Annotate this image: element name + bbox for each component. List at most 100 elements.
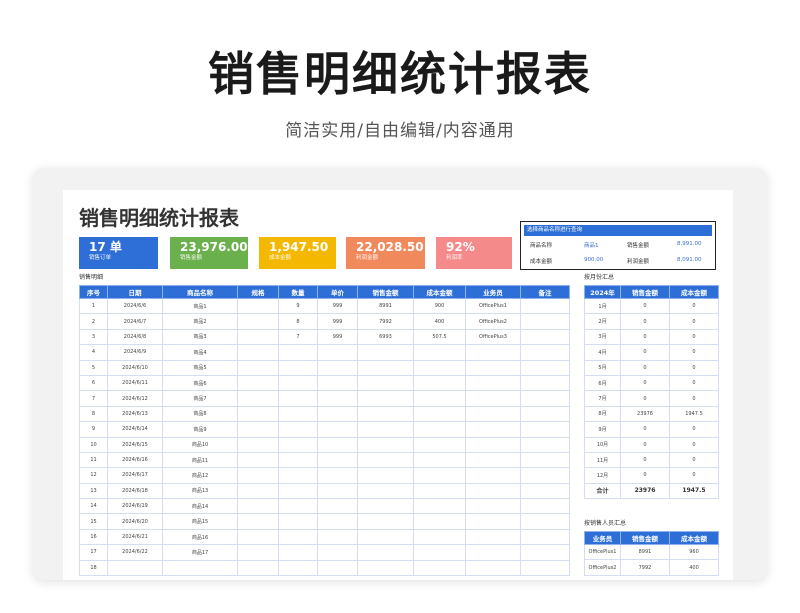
table-cell[interactable]: 商品16 <box>162 528 238 546</box>
table-cell[interactable] <box>520 359 570 376</box>
table-cell[interactable] <box>237 359 279 376</box>
table-cell[interactable]: 6 <box>79 374 108 392</box>
table-cell[interactable] <box>520 451 570 469</box>
table-cell[interactable]: 0 <box>669 344 719 361</box>
table-cell[interactable]: 507.5 <box>413 328 466 346</box>
table-cell[interactable] <box>278 482 318 500</box>
table-cell[interactable] <box>237 344 279 361</box>
table-cell[interactable] <box>317 559 358 577</box>
table-cell[interactable] <box>237 328 279 346</box>
table-cell[interactable] <box>520 559 570 577</box>
table-cell[interactable] <box>465 390 521 407</box>
table-cell[interactable]: 9 <box>278 297 318 315</box>
table-cell[interactable] <box>357 482 414 500</box>
table-cell[interactable]: 9月 <box>584 421 621 438</box>
table-cell[interactable] <box>237 451 279 469</box>
table-cell[interactable]: 2024/6/7 <box>107 313 163 330</box>
table-cell[interactable] <box>357 513 414 530</box>
table-cell[interactable] <box>465 421 521 438</box>
table-cell[interactable] <box>465 528 521 546</box>
table-cell[interactable]: OfficePlus2 <box>465 313 521 330</box>
table-cell[interactable] <box>357 344 414 361</box>
table-cell[interactable] <box>357 559 414 577</box>
table-cell[interactable]: 9 <box>79 421 108 438</box>
table-cell[interactable]: 900 <box>413 297 466 315</box>
table-cell[interactable] <box>413 405 466 423</box>
table-cell[interactable] <box>278 405 318 423</box>
table-cell[interactable]: 2024/6/13 <box>107 405 163 423</box>
table-cell[interactable] <box>278 467 318 484</box>
table-cell[interactable] <box>317 467 358 484</box>
table-cell[interactable] <box>162 559 238 577</box>
table-cell[interactable]: 商品8 <box>162 405 238 423</box>
table-cell[interactable]: 2024/6/11 <box>107 374 163 392</box>
table-cell[interactable] <box>237 374 279 392</box>
table-cell[interactable] <box>520 405 570 423</box>
table-cell[interactable]: 2024/6/9 <box>107 344 163 361</box>
table-cell[interactable] <box>520 482 570 500</box>
table-cell[interactable] <box>278 374 318 392</box>
table-cell[interactable] <box>520 421 570 438</box>
table-cell[interactable]: 3 <box>79 328 108 346</box>
table-cell[interactable]: 商品11 <box>162 451 238 469</box>
table-cell[interactable] <box>413 498 466 515</box>
table-cell[interactable] <box>413 451 466 469</box>
table-cell[interactable] <box>278 528 318 546</box>
table-cell[interactable]: 0 <box>669 328 719 346</box>
table-cell[interactable]: 0 <box>669 436 719 453</box>
table-cell[interactable] <box>317 528 358 546</box>
table-cell[interactable]: 0 <box>669 313 719 330</box>
table-cell[interactable] <box>278 421 318 438</box>
table-cell[interactable]: 15 <box>79 513 108 530</box>
table-cell[interactable]: 11 <box>79 451 108 469</box>
table-cell[interactable] <box>465 482 521 500</box>
table-cell[interactable]: 16 <box>79 528 108 546</box>
table-cell[interactable] <box>465 513 521 530</box>
table-cell[interactable]: 14 <box>79 498 108 515</box>
table-cell[interactable] <box>520 374 570 392</box>
table-cell[interactable] <box>357 421 414 438</box>
table-cell[interactable] <box>465 436 521 453</box>
table-cell[interactable]: 7 <box>278 328 318 346</box>
table-cell[interactable] <box>520 344 570 361</box>
table-cell[interactable]: 0 <box>669 467 719 484</box>
table-cell[interactable]: OfficePlus3 <box>465 328 521 346</box>
table-cell[interactable] <box>317 498 358 515</box>
table-cell[interactable] <box>237 297 279 315</box>
table-cell[interactable] <box>237 313 279 330</box>
table-cell[interactable]: 8 <box>79 405 108 423</box>
table-cell[interactable]: 7 <box>79 390 108 407</box>
table-cell[interactable]: 0 <box>620 467 670 484</box>
table-cell[interactable] <box>278 544 318 561</box>
table-cell[interactable]: 1947.5 <box>669 405 719 423</box>
table-cell[interactable]: 2024/6/16 <box>107 451 163 469</box>
table-cell[interactable]: 0 <box>620 313 670 330</box>
table-cell[interactable] <box>465 344 521 361</box>
table-cell[interactable] <box>413 513 466 530</box>
table-cell[interactable] <box>278 436 318 453</box>
table-cell[interactable]: 11月 <box>584 451 621 469</box>
table-cell[interactable] <box>317 421 358 438</box>
table-cell[interactable] <box>413 344 466 361</box>
table-cell[interactable]: 10月 <box>584 436 621 453</box>
table-cell[interactable]: OfficePlus2 <box>584 559 621 576</box>
table-cell[interactable]: 960 <box>669 543 719 561</box>
table-cell[interactable]: 17 <box>79 544 108 561</box>
table-cell[interactable]: 0 <box>620 421 670 438</box>
table-cell[interactable] <box>520 436 570 453</box>
table-cell[interactable]: 2 <box>79 313 108 330</box>
table-cell[interactable]: 4 <box>79 344 108 361</box>
table-cell[interactable]: 商品4 <box>162 344 238 361</box>
table-cell[interactable]: 0 <box>669 359 719 376</box>
table-cell[interactable] <box>357 436 414 453</box>
table-cell[interactable]: 400 <box>669 559 719 576</box>
table-cell[interactable] <box>317 374 358 392</box>
table-cell[interactable]: 2024/6/18 <box>107 482 163 500</box>
table-cell[interactable] <box>317 405 358 423</box>
table-cell[interactable] <box>278 451 318 469</box>
table-cell[interactable] <box>413 559 466 577</box>
table-cell[interactable]: 2024/6/14 <box>107 421 163 438</box>
table-cell[interactable] <box>357 374 414 392</box>
table-cell[interactable] <box>413 421 466 438</box>
table-cell[interactable]: 0 <box>669 390 719 407</box>
